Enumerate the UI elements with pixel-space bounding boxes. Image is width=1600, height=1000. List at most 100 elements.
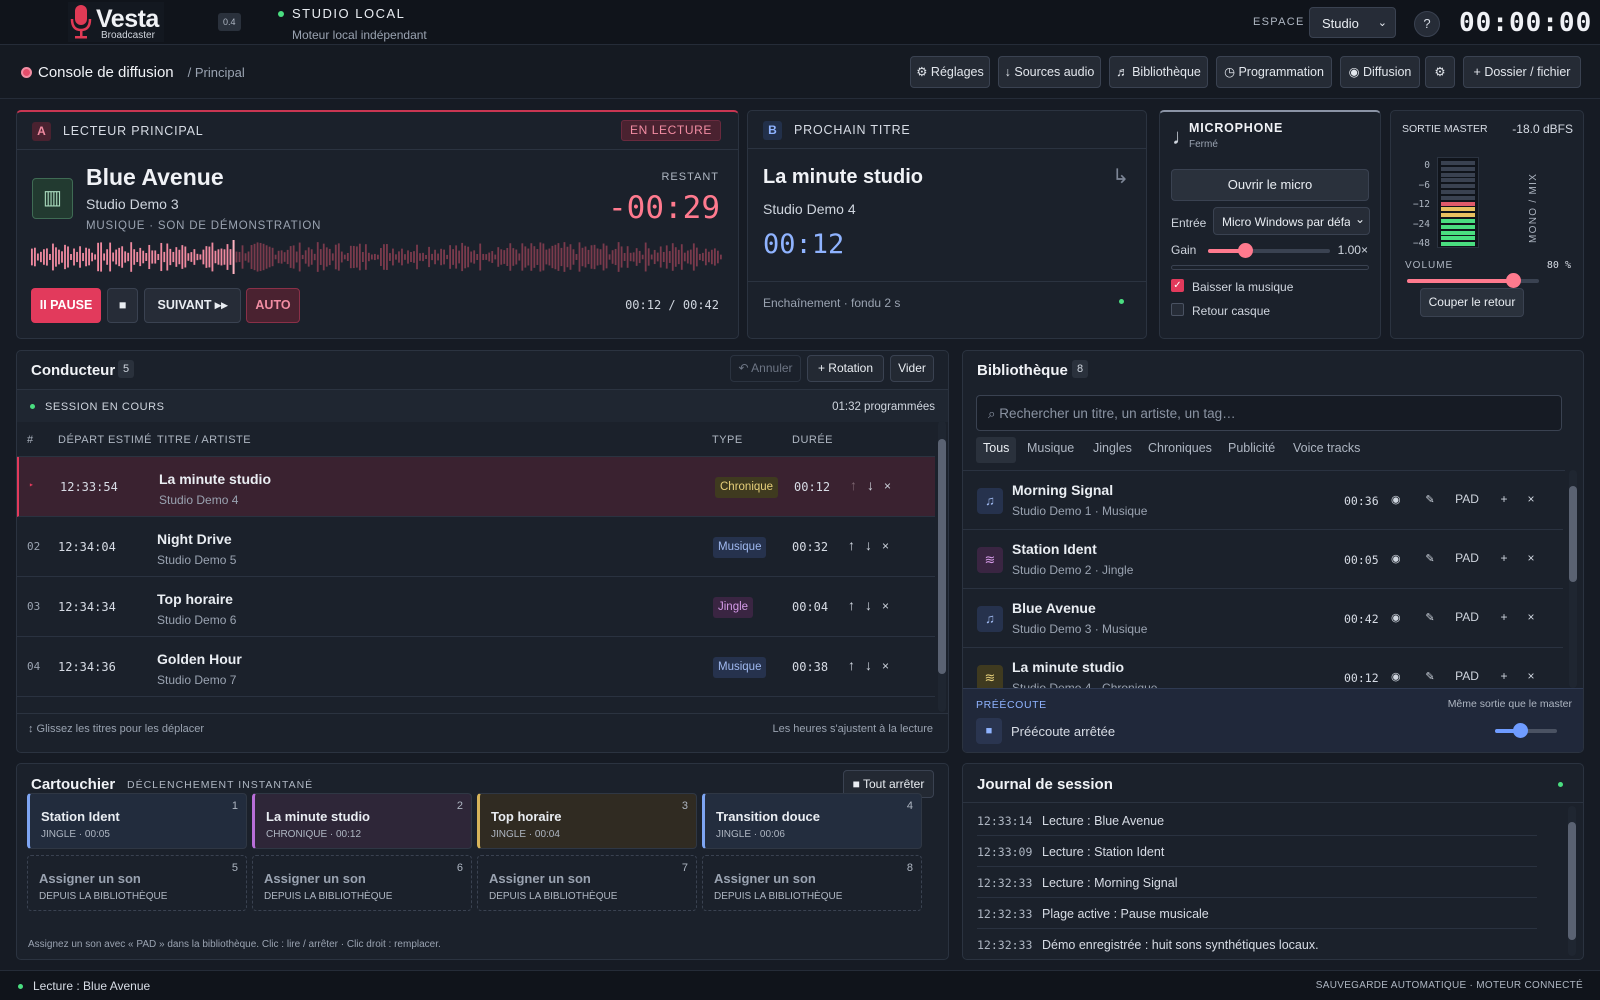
preview-icon[interactable]: ◉ xyxy=(1391,670,1415,683)
table-row[interactable]: 02 12:34:04 Night Drive Studio Demo 5 Musiqu… xyxy=(17,517,935,577)
remove-icon[interactable]: × xyxy=(1519,492,1543,506)
duck-checkbox[interactable]: ✓ xyxy=(1171,279,1184,292)
preview-stop-button[interactable]: ■ xyxy=(976,718,1002,744)
preview-icon[interactable]: ◉ xyxy=(1391,493,1415,506)
log-scroll-thumb[interactable] xyxy=(1568,822,1576,940)
preview-volume-knob[interactable] xyxy=(1512,723,1528,738)
library-scroll-thumb[interactable] xyxy=(1569,486,1577,582)
table-row[interactable]: 03 12:34:34 Top horaire Studio Demo 6 Jingle… xyxy=(17,577,935,637)
gain-knob[interactable] xyxy=(1237,243,1253,258)
remove-icon[interactable]: × xyxy=(882,659,899,673)
preview-icon[interactable]: ◉ xyxy=(1391,611,1415,624)
undo-button[interactable]: ↶ Annuler xyxy=(730,355,801,382)
add-folder-file-button[interactable]: + Dossier / fichier xyxy=(1463,56,1581,88)
list-item[interactable]: ♫ Blue Avenue Studio Demo 3 · Musique 00:42… xyxy=(963,589,1563,648)
cart-slot-empty[interactable]: 5 Assigner un son DEPUIS LA BIBLIOTHÈQUE xyxy=(27,855,247,911)
list-item[interactable]: ≋ La minute studio Studio Demo 4 · Chroniq… xyxy=(963,648,1563,688)
mute-monitor-button[interactable]: Couper le retour xyxy=(1420,288,1524,317)
wave-icon: ≋ xyxy=(977,665,1003,688)
gear-button[interactable]: ⚙ xyxy=(1425,56,1455,88)
add-icon[interactable]: + xyxy=(1489,492,1519,506)
preview-icon[interactable]: ◉ xyxy=(1391,552,1415,565)
pad-button[interactable]: PAD xyxy=(1445,610,1489,624)
rundown-scrollbar[interactable] xyxy=(938,421,946,712)
cart-slot-empty[interactable]: 8 Assigner un son DEPUIS LA BIBLIOTHÈQUE xyxy=(702,855,922,911)
row-title: Night Drive xyxy=(157,531,232,547)
remove-icon[interactable]: × xyxy=(1519,610,1543,624)
move-up-icon[interactable]: ↑ xyxy=(848,597,865,613)
stop-button[interactable]: ■ xyxy=(107,288,138,323)
input-label: Entrée xyxy=(1171,216,1207,230)
add-icon[interactable]: + xyxy=(1489,551,1519,565)
add-icon[interactable]: + xyxy=(1489,669,1519,683)
tab-voice-tracks[interactable]: Voice tracks xyxy=(1293,441,1360,455)
help-button[interactable]: ? xyxy=(1414,11,1440,37)
scheduling-button[interactable]: ◷ Programmation xyxy=(1216,56,1332,88)
volume-knob[interactable] xyxy=(1505,273,1521,288)
playhead[interactable] xyxy=(232,240,235,274)
waveform[interactable] xyxy=(31,240,723,274)
tab-jingles[interactable]: Jingles xyxy=(1093,441,1132,455)
cart-slot[interactable]: 1 Station Ident JINGLE · 00:05 xyxy=(27,793,247,849)
next-button[interactable]: SUIVANT ▸▸ xyxy=(144,288,241,323)
broadcast-button[interactable]: ◉ Diffusion xyxy=(1340,56,1420,88)
tab-musique[interactable]: Musique xyxy=(1027,441,1074,455)
tab-publicite[interactable]: Publicité xyxy=(1228,441,1275,455)
table-row[interactable]: ▸ 12:33:54 La minute studio Studio Demo 4 Ch… xyxy=(17,457,935,517)
cart-slot[interactable]: 2 La minute studio CHRONIQUE · 00:12 xyxy=(252,793,472,849)
remove-icon[interactable]: × xyxy=(1519,669,1543,683)
remove-icon[interactable]: × xyxy=(884,479,901,493)
remove-icon[interactable]: × xyxy=(882,599,899,613)
clear-button[interactable]: Vider xyxy=(890,355,934,382)
cart-slot-empty[interactable]: 6 Assigner un son DEPUIS LA BIBLIOTHÈQUE xyxy=(252,855,472,911)
move-up-icon[interactable]: ↑ xyxy=(848,657,865,673)
library-button[interactable]: ♬ Bibliothèque xyxy=(1109,56,1208,88)
auto-button[interactable]: AUTO xyxy=(246,288,300,323)
pause-button[interactable]: II PAUSE xyxy=(31,288,101,323)
table-row[interactable]: 04 12:34:36 Golden Hour Studio Demo 7 Musiqu… xyxy=(17,637,935,697)
list-item[interactable]: ♫ Morning Signal Studio Demo 1 · Musique 00… xyxy=(963,471,1563,530)
log-scrollbar[interactable] xyxy=(1568,806,1576,956)
remove-icon[interactable]: × xyxy=(1519,551,1543,565)
waveform-bar xyxy=(719,254,722,260)
tab-chroniques[interactable]: Chroniques xyxy=(1148,441,1212,455)
pad-button[interactable]: PAD xyxy=(1445,551,1489,565)
waveform-bar xyxy=(506,247,509,267)
edit-icon[interactable]: ✎ xyxy=(1415,611,1445,624)
list-item[interactable]: ≋ Station Ident Studio Demo 2 · Jingle 00:0… xyxy=(963,530,1563,589)
tab-tous[interactable]: Tous xyxy=(983,441,1009,455)
edit-icon[interactable]: ✎ xyxy=(1415,670,1445,683)
table-row[interactable]: Transition douce xyxy=(17,697,935,712)
waveform-bar xyxy=(109,242,112,272)
gain-slider[interactable] xyxy=(1208,243,1330,258)
move-down-icon[interactable]: ↓ xyxy=(865,657,882,673)
waveform-bar xyxy=(211,242,214,272)
rundown-scroll-thumb[interactable] xyxy=(938,439,946,674)
edit-icon[interactable]: ✎ xyxy=(1415,552,1445,565)
remove-icon[interactable]: × xyxy=(882,539,899,553)
cart-slot[interactable]: 4 Transition douce JINGLE · 00:06 xyxy=(702,793,922,849)
preview-volume-slider[interactable] xyxy=(1495,723,1557,738)
pad-button[interactable]: PAD xyxy=(1445,492,1489,506)
edit-icon[interactable]: ✎ xyxy=(1415,493,1445,506)
library-scrollbar[interactable] xyxy=(1569,470,1577,688)
move-down-icon[interactable]: ↓ xyxy=(867,477,884,493)
cart-slot-empty[interactable]: 7 Assigner un son DEPUIS LA BIBLIOTHÈQUE xyxy=(477,855,697,911)
move-down-icon[interactable]: ↓ xyxy=(865,537,882,553)
settings-button[interactable]: ⚙ Réglages xyxy=(910,56,990,88)
studio-status: STUDIO LOCAL Moteur local indépendant xyxy=(278,6,427,42)
monitor-checkbox[interactable] xyxy=(1171,303,1184,316)
add-icon[interactable]: + xyxy=(1489,610,1519,624)
volume-slider[interactable] xyxy=(1407,273,1539,288)
espace-select[interactable]: Studio ⌄ xyxy=(1309,7,1396,38)
move-down-icon[interactable]: ↓ xyxy=(865,597,882,613)
move-up-icon[interactable]: ↑ xyxy=(850,477,867,493)
audio-sources-button[interactable]: ↓ Sources audio xyxy=(998,56,1101,88)
input-select[interactable]: Micro Windows par défaut ⌄ xyxy=(1213,207,1370,235)
move-up-icon[interactable]: ↑ xyxy=(848,537,865,553)
pad-button[interactable]: PAD xyxy=(1445,669,1489,683)
library-search-input[interactable]: ⌕ Rechercher un titre, un artiste, un ta… xyxy=(976,395,1562,431)
cart-slot[interactable]: 3 Top horaire JINGLE · 00:04 xyxy=(477,793,697,849)
open-mic-button[interactable]: Ouvrir le micro xyxy=(1171,169,1369,201)
rotation-button[interactable]: + Rotation xyxy=(807,355,884,382)
